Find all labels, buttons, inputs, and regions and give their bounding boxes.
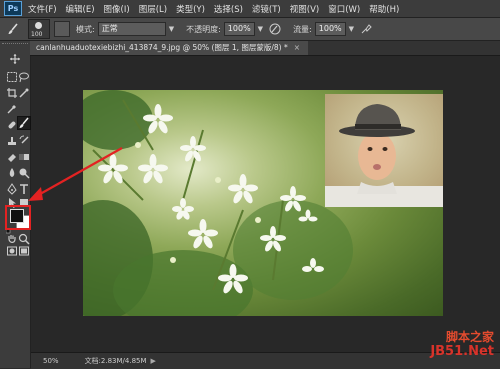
- menu-view[interactable]: 视图(V): [290, 3, 319, 15]
- healing-icon[interactable]: [6, 119, 18, 131]
- app-logo: Ps: [4, 1, 22, 16]
- boy-photo: [325, 94, 443, 207]
- stamp-icon[interactable]: [6, 135, 18, 147]
- menu-bar: Ps 文件(F) 编辑(E) 图像(I) 图层(L) 类型(Y) 选择(S) 滤…: [0, 0, 500, 18]
- brush-panel-toggle[interactable]: [54, 21, 70, 37]
- move-icon[interactable]: [9, 53, 21, 65]
- marquee-icon[interactable]: [6, 71, 18, 83]
- lasso-icon[interactable]: [18, 71, 30, 83]
- eraser-icon[interactable]: [6, 151, 18, 163]
- canvas-workspace: [31, 56, 500, 352]
- menu-select[interactable]: 选择(S): [214, 3, 243, 15]
- boy-portrait: [325, 94, 443, 207]
- brush-icon: [8, 23, 18, 34]
- pressure-opacity-icon[interactable]: [269, 23, 281, 35]
- mode-select[interactable]: 正常: [97, 22, 166, 36]
- brush-tip-preview: [35, 22, 42, 29]
- chevron-down-icon[interactable]: ▼: [258, 25, 263, 33]
- opacity-label: 不透明度:: [186, 24, 221, 34]
- brush-icon[interactable]: [17, 116, 31, 130]
- document-tab-bar: canlanhuaduotexiebizhi_413874_9.jpg @ 50…: [30, 41, 500, 56]
- quick-select-icon[interactable]: [18, 87, 30, 99]
- chevron-down-icon[interactable]: ▼: [349, 25, 354, 33]
- chevron-down-icon[interactable]: ▼: [169, 25, 174, 33]
- chevron-right-icon[interactable]: ▶: [151, 357, 156, 365]
- menu-file[interactable]: 文件(F): [28, 3, 57, 15]
- options-bar: 100 模式: 正常 ▼ 不透明度: 100% ▼ 流量: 100% ▼: [0, 18, 500, 41]
- watermark: 脚本之家 JB51.Net: [420, 328, 500, 368]
- menu-edit[interactable]: 编辑(E): [66, 3, 95, 15]
- zoom-icon[interactable]: [18, 233, 30, 245]
- opacity-field[interactable]: 100%: [223, 22, 255, 36]
- menu-image[interactable]: 图像(I): [104, 3, 130, 15]
- menu-type[interactable]: 类型(Y): [176, 3, 205, 15]
- toolbox: [0, 41, 31, 368]
- color-swatch-highlight: [5, 205, 31, 230]
- quick-mask-icon[interactable]: [6, 245, 18, 257]
- screen-mode-icon[interactable]: [18, 245, 30, 257]
- pen-icon[interactable]: [6, 183, 18, 195]
- brush-size-value: 100: [31, 31, 43, 38]
- document-tab[interactable]: canlanhuaduotexiebizhi_413874_9.jpg @ 50…: [30, 41, 309, 55]
- document-tab-title: canlanhuaduotexiebizhi_413874_9.jpg @ 50…: [36, 43, 288, 52]
- mode-label: 模式:: [76, 24, 95, 34]
- brush-size-picker[interactable]: 100: [28, 19, 50, 39]
- watermark-title: 脚本之家: [445, 330, 494, 344]
- type-icon[interactable]: [18, 183, 30, 195]
- airbrush-icon[interactable]: [360, 23, 372, 35]
- watermark-url: JB51.Net: [430, 344, 494, 359]
- menu-filter[interactable]: 滤镜(T): [252, 3, 281, 15]
- flow-field[interactable]: 100%: [314, 22, 346, 36]
- menu-window[interactable]: 窗口(W): [328, 3, 360, 15]
- gradient-icon[interactable]: [18, 151, 30, 163]
- zoom-level[interactable]: 50%: [43, 357, 59, 365]
- history-brush-icon[interactable]: [18, 135, 30, 147]
- dodge-icon[interactable]: [18, 167, 30, 179]
- blur-icon[interactable]: [6, 167, 18, 179]
- tool-preset-picker[interactable]: [4, 21, 22, 37]
- toolbox-grip[interactable]: [2, 43, 28, 47]
- document-size-info: 文档:2.83M/4.85M: [84, 357, 147, 365]
- document-canvas[interactable]: [83, 90, 443, 316]
- menu-layer[interactable]: 图层(L): [139, 3, 167, 15]
- close-icon[interactable]: ×: [294, 43, 300, 52]
- flow-label: 流量:: [293, 24, 312, 34]
- eyedropper-icon[interactable]: [6, 103, 18, 115]
- crop-icon[interactable]: [6, 87, 18, 99]
- menu-help[interactable]: 帮助(H): [369, 3, 399, 15]
